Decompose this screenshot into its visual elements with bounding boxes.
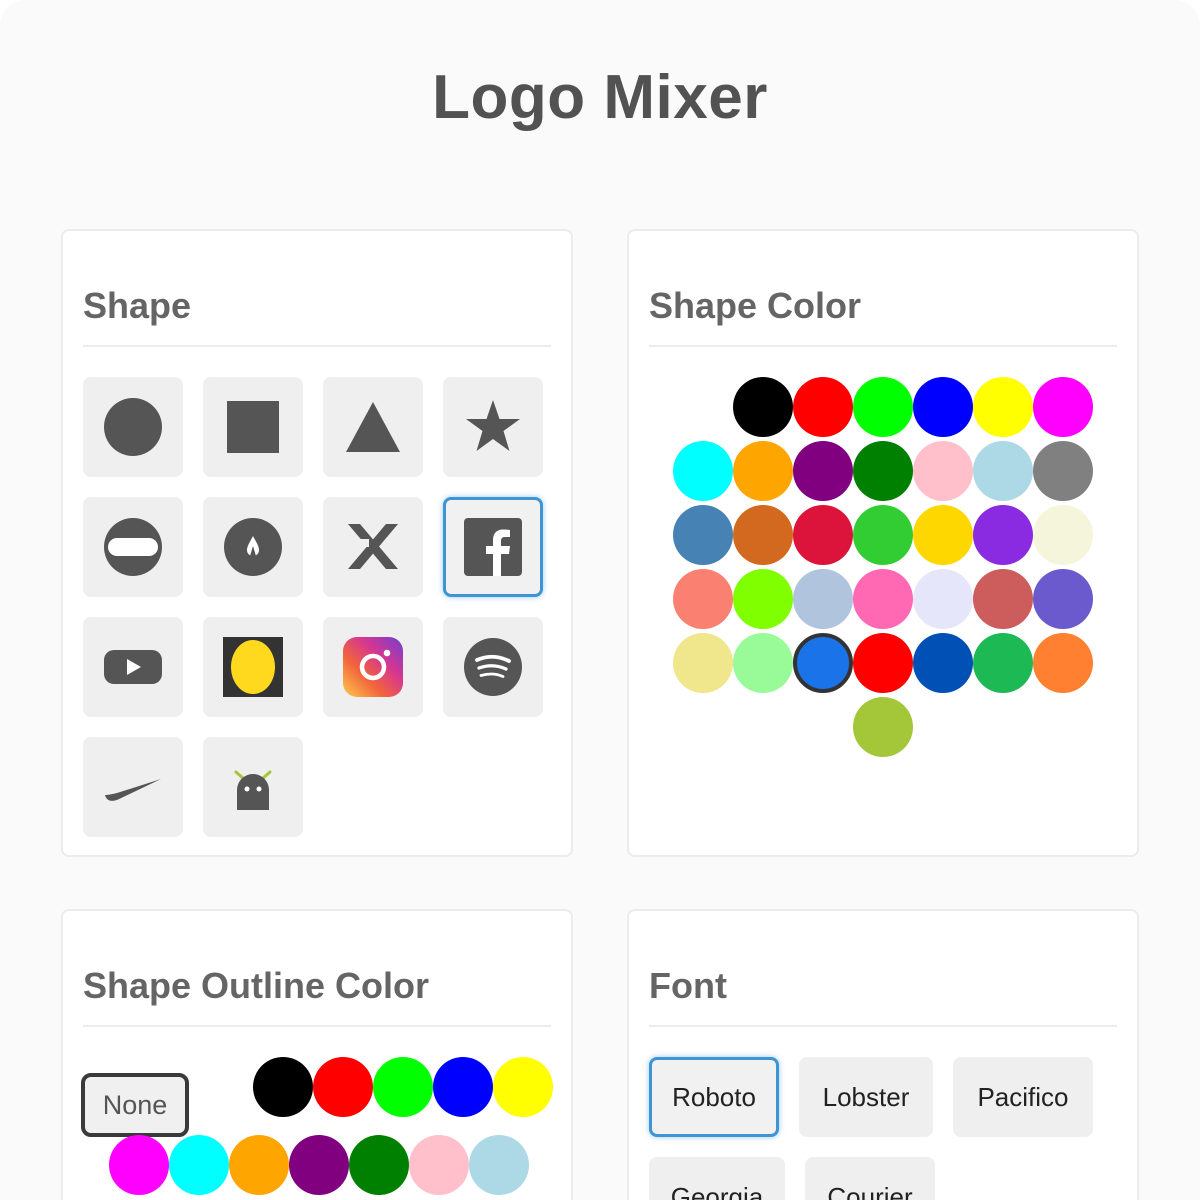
shape-color-swatch[interactable] (733, 569, 793, 629)
shape-panel: Shape (61, 229, 573, 857)
shape-color-swatch[interactable] (853, 633, 913, 693)
shape-color-swatch[interactable] (913, 441, 973, 501)
outline-color-swatch[interactable] (253, 1057, 313, 1117)
shape-color-swatch[interactable] (1033, 441, 1093, 501)
shape-option-star[interactable] (443, 377, 543, 477)
shape-color-swatch[interactable] (973, 569, 1033, 629)
shape-color-panel-divider (649, 345, 1117, 347)
swoosh-icon (105, 779, 161, 801)
outline-color-swatch[interactable] (493, 1057, 553, 1117)
shape-option-instagram[interactable] (323, 617, 423, 717)
shape-color-swatch[interactable] (673, 441, 733, 501)
outline-color-swatch[interactable] (313, 1057, 373, 1117)
shape-color-swatch[interactable] (1033, 569, 1093, 629)
shape-color-swatch[interactable] (793, 569, 853, 629)
ghost-icon (234, 770, 272, 810)
spotify-icon (464, 638, 522, 696)
shape-color-swatch[interactable] (733, 441, 793, 501)
star-icon (466, 400, 520, 451)
triangle-icon (346, 402, 400, 452)
font-option-georgia[interactable]: Georgia (649, 1157, 785, 1200)
font-option-pacifico[interactable]: Pacifico (953, 1057, 1093, 1137)
shape-option-drop-badge[interactable] (203, 497, 303, 597)
outline-color-panel-title: Shape Outline Color (83, 965, 430, 1006)
font-option-courier[interactable]: Courier (805, 1157, 935, 1200)
shape-color-swatch[interactable] (793, 505, 853, 565)
shape-option-circle[interactable] (83, 377, 183, 477)
font-option-roboto[interactable]: Roboto (649, 1057, 779, 1137)
shape-color-swatch[interactable] (673, 569, 733, 629)
shape-color-swatch[interactable] (793, 377, 853, 437)
shape-color-swatch[interactable] (1033, 633, 1093, 693)
shape-color-swatch[interactable] (853, 505, 913, 565)
shape-option-spotify[interactable] (443, 617, 543, 717)
shape-color-panel: Shape Color (627, 229, 1139, 857)
shape-option-youtube[interactable] (83, 617, 183, 717)
shape-option-cross-x[interactable] (323, 497, 423, 597)
shape-color-swatch[interactable] (853, 569, 913, 629)
outline-color-swatch[interactable] (289, 1135, 349, 1195)
shape-color-panel-title: Shape Color (649, 285, 862, 326)
snapchat-square-icon (223, 637, 283, 697)
facebook-icon (464, 518, 522, 576)
outline-color-swatch[interactable] (469, 1135, 529, 1195)
page-title: Logo Mixer (432, 63, 768, 132)
shape-color-swatch[interactable] (1033, 377, 1093, 437)
shape-option-ring[interactable] (83, 497, 183, 597)
shape-color-swatch[interactable] (733, 377, 793, 437)
outline-color-swatch[interactable] (229, 1135, 289, 1195)
font-panel: Font Roboto Lobster Pacifico Georgia Cou… (627, 909, 1139, 1200)
shape-option-swoosh[interactable] (83, 737, 183, 837)
font-option-lobster[interactable]: Lobster (799, 1057, 933, 1137)
outline-color-panel-divider (83, 1025, 551, 1027)
shape-color-swatch[interactable] (853, 377, 913, 437)
shape-color-swatch[interactable] (793, 441, 853, 501)
outline-color-panel: Shape Outline Color None (61, 909, 573, 1200)
drop-badge-icon (224, 518, 282, 576)
outline-none-button[interactable]: None (81, 1073, 189, 1137)
shape-color-swatch[interactable] (913, 633, 973, 693)
font-panel-divider (649, 1025, 1117, 1027)
outline-color-swatch[interactable] (349, 1135, 409, 1195)
shape-color-swatch[interactable] (913, 377, 973, 437)
shape-color-swatch[interactable] (913, 569, 973, 629)
shape-option-triangle[interactable] (323, 377, 423, 477)
shape-color-swatch[interactable] (673, 633, 733, 693)
shape-panel-divider (83, 345, 551, 347)
shape-color-swatch[interactable] (733, 633, 793, 693)
shape-option-square[interactable] (203, 377, 303, 477)
shape-color-swatch[interactable] (793, 633, 853, 693)
shape-color-swatch[interactable] (853, 697, 913, 757)
shape-color-swatch[interactable] (913, 505, 973, 565)
shape-color-swatch[interactable] (973, 505, 1033, 565)
shape-color-swatch[interactable] (973, 377, 1033, 437)
shape-option-ghost[interactable] (203, 737, 303, 837)
shape-color-swatch[interactable] (733, 505, 793, 565)
outline-color-swatch[interactable] (433, 1057, 493, 1117)
outline-color-swatch[interactable] (169, 1135, 229, 1195)
shape-option-facebook[interactable] (443, 497, 543, 597)
shape-color-swatch[interactable] (673, 505, 733, 565)
shape-color-swatch[interactable] (1033, 505, 1093, 565)
cross-x-icon (345, 524, 398, 569)
ring-icon (104, 518, 162, 576)
shape-color-swatch[interactable] (853, 441, 913, 501)
shape-color-swatch[interactable] (973, 633, 1033, 693)
shape-panel-title: Shape (83, 285, 192, 326)
instagram-icon (343, 637, 403, 697)
logo-mixer-page: Logo Mixer Shape Shape Color Shape Outli… (0, 0, 1200, 1200)
font-panel-title: Font (649, 965, 727, 1006)
square-icon (227, 401, 279, 453)
youtube-icon (104, 650, 162, 684)
circle-icon (104, 398, 162, 456)
outline-color-swatch[interactable] (109, 1135, 169, 1195)
outline-color-swatch[interactable] (373, 1057, 433, 1117)
shape-color-swatch[interactable] (973, 441, 1033, 501)
outline-color-swatch[interactable] (409, 1135, 469, 1195)
shape-option-snapchat-square[interactable] (203, 617, 303, 717)
